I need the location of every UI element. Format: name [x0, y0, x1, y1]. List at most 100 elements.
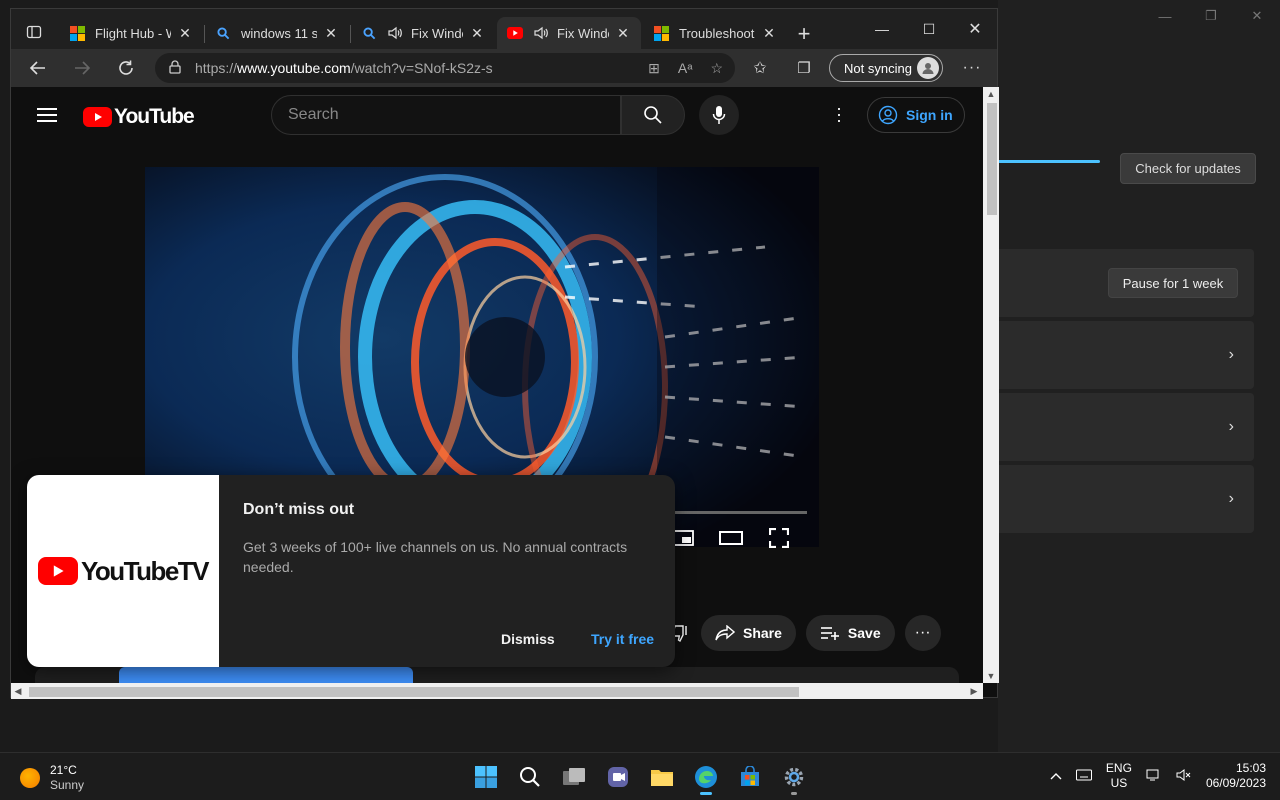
scroll-down-icon[interactable]: ▼ — [983, 669, 999, 683]
theater-mode-icon[interactable] — [719, 527, 743, 549]
scroll-up-icon[interactable]: ▲ — [983, 87, 999, 101]
tab-flight-hub[interactable]: Flight Hub - W ✕ — [59, 17, 203, 49]
close-tab-icon[interactable]: ✕ — [469, 25, 485, 41]
tab-title: Troubleshoot p — [679, 25, 755, 41]
voice-search-button[interactable] — [699, 95, 739, 135]
youtube-search-input[interactable]: Search — [271, 95, 621, 135]
temperature: 21°C — [50, 763, 77, 777]
minimize-icon[interactable]: — — [859, 9, 905, 49]
favorites-icon[interactable]: ✩ — [745, 53, 775, 83]
teams-chat-icon[interactable] — [598, 759, 638, 795]
browser-window: Flight Hub - W ✕ windows 11 st ✕ Fix Win… — [10, 8, 999, 699]
url-path: /watch?v=SNof-kS2z-s — [350, 60, 493, 76]
forward-button[interactable] — [67, 53, 97, 83]
tab-title: Fix Windo — [411, 25, 463, 41]
profile-sync-button[interactable]: Not syncing — [829, 54, 943, 82]
tab-fix-windows-youtube[interactable]: Fix Windo ✕ — [497, 17, 641, 49]
video-actions: Share Save ··· — [671, 615, 941, 651]
restore-icon[interactable]: ❐ — [1188, 0, 1234, 32]
promo-body: Get 3 weeks of 100+ live channels on us.… — [243, 539, 628, 575]
task-view-icon[interactable] — [554, 759, 594, 795]
app-available-icon[interactable]: ⊞ — [648, 60, 660, 77]
vertical-scrollbar[interactable]: ▲ ▼ — [983, 87, 999, 683]
scrollbar-thumb[interactable] — [29, 687, 799, 697]
search-icon[interactable] — [510, 759, 550, 795]
sun-icon — [20, 768, 40, 788]
network-icon[interactable] — [1146, 768, 1162, 785]
maximize-icon[interactable]: ☐ — [906, 9, 952, 49]
tab-actions-icon[interactable] — [23, 21, 45, 43]
tab-title: Flight Hub - W — [95, 25, 171, 41]
new-tab-button[interactable]: + — [791, 21, 817, 47]
save-button[interactable]: Save — [805, 615, 895, 651]
microsoft-store-icon[interactable] — [730, 759, 770, 795]
close-tab-icon[interactable]: ✕ — [323, 25, 339, 41]
tab-fix-windows-search[interactable]: Fix Windo ✕ — [351, 17, 495, 49]
lock-icon[interactable] — [169, 59, 181, 77]
pause-updates-card: Pause for 1 week — [998, 249, 1254, 317]
scroll-left-icon[interactable]: ◀ — [11, 683, 25, 699]
speaker-icon[interactable] — [533, 25, 549, 41]
chevron-up-icon[interactable] — [1050, 769, 1062, 783]
add-favorite-icon[interactable]: ☆ — [710, 60, 723, 77]
region-code: US — [1110, 776, 1128, 790]
edge-browser-icon[interactable] — [686, 759, 726, 795]
youtube-page: YouTube Search · · · Sign in Share Save … — [11, 87, 983, 683]
read-aloud-icon[interactable]: A͏ᵃ — [678, 60, 693, 76]
share-button[interactable]: Share — [701, 615, 796, 651]
scroll-right-icon[interactable]: ▶ — [967, 683, 981, 699]
youtube-logo[interactable]: YouTube — [83, 105, 195, 129]
weather-widget[interactable]: 21°C Sunny — [20, 763, 84, 793]
settings-row[interactable]: › — [998, 321, 1254, 389]
address-bar[interactable]: https:// www.youtube.com /watch?v=SNof-k… — [155, 53, 735, 83]
video-progress-bar[interactable] — [671, 511, 807, 514]
tab-windows-11-search[interactable]: windows 11 st ✕ — [205, 17, 349, 49]
account-icon — [878, 105, 898, 125]
sign-in-button[interactable]: Sign in — [867, 97, 965, 133]
refresh-button[interactable] — [111, 53, 141, 83]
speaker-icon[interactable] — [387, 25, 403, 41]
scrollbar-thumb[interactable] — [987, 103, 997, 215]
minimize-icon[interactable]: — — [1142, 0, 1188, 32]
search-icon — [361, 25, 377, 41]
settings-and-more-button[interactable]: ··· — [957, 53, 987, 83]
youtube-icon — [507, 25, 523, 41]
tab-title: Fix Windo — [557, 25, 609, 41]
youtube-tv-promo: YouTubeTV Don’t miss out Get 3 weeks of … — [27, 475, 675, 667]
hamburger-menu-icon[interactable] — [35, 105, 59, 125]
tab-troubleshoot[interactable]: Troubleshoot p ✕ — [643, 17, 787, 49]
youtube-tv-logo: YouTubeTV — [27, 475, 219, 667]
language-indicator[interactable]: ENG US — [1106, 761, 1132, 791]
settings-row[interactable]: › — [998, 393, 1254, 461]
youtube-wordmark: YouTube — [114, 105, 195, 128]
close-icon[interactable]: ✕ — [952, 9, 998, 49]
more-options-icon[interactable]: · · · — [829, 99, 849, 129]
youtube-search-button[interactable] — [621, 95, 685, 135]
youtube-play-icon — [83, 107, 112, 127]
microphone-icon — [712, 106, 726, 124]
fullscreen-icon[interactable] — [767, 527, 791, 549]
youtube-tv-wordmark: YouTubeTV — [80, 555, 210, 586]
try-it-free-button[interactable]: Try it free — [591, 631, 654, 647]
file-explorer-icon[interactable] — [642, 759, 682, 795]
horizontal-scrollbar[interactable]: ◀ ▶ — [11, 683, 983, 699]
close-tab-icon[interactable]: ✕ — [761, 25, 777, 41]
close-icon[interactable]: ✕ — [1234, 0, 1280, 32]
start-icon[interactable] — [466, 759, 506, 795]
dismiss-button[interactable]: Dismiss — [501, 631, 555, 647]
more-actions-button[interactable]: ··· — [904, 615, 941, 651]
navigation-bar: https:// www.youtube.com /watch?v=SNof-k… — [11, 49, 997, 87]
close-tab-icon[interactable]: ✕ — [177, 25, 193, 41]
taskbar-apps — [466, 759, 814, 795]
close-tab-icon[interactable]: ✕ — [615, 25, 631, 41]
clock[interactable]: 15:03 06/09/2023 — [1206, 761, 1266, 791]
collections-icon[interactable]: ❐ — [789, 53, 819, 83]
volume-muted-icon[interactable] — [1176, 768, 1192, 785]
settings-gear-icon[interactable] — [774, 759, 814, 795]
video-controls — [671, 527, 791, 549]
pause-updates-button[interactable]: Pause for 1 week — [1108, 268, 1238, 298]
keyboard-icon[interactable] — [1075, 769, 1092, 784]
check-for-updates-button[interactable]: Check for updates — [1120, 153, 1256, 184]
settings-row[interactable]: › — [998, 465, 1254, 533]
back-button[interactable] — [23, 53, 53, 83]
